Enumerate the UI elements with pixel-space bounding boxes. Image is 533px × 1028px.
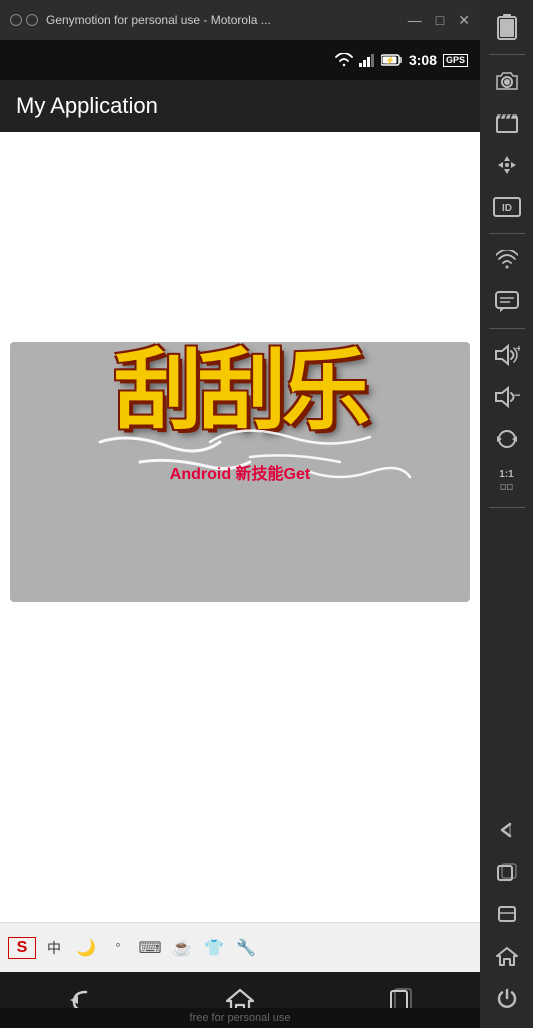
status-bar: ⚡ 3:08 GPS bbox=[0, 40, 480, 80]
chinese-text: 刮刮乐 bbox=[10, 347, 470, 435]
ime-chinese-icon[interactable]: 中 bbox=[40, 938, 68, 958]
volume-down-icon[interactable]: − bbox=[485, 377, 529, 417]
divider-4 bbox=[489, 507, 525, 508]
sidebar-home-icon[interactable] bbox=[485, 936, 529, 976]
wifi-icon[interactable] bbox=[485, 240, 529, 280]
clapperboard-icon[interactable] bbox=[485, 103, 529, 143]
app-bar: My Application bbox=[0, 80, 480, 132]
svg-text:ID: ID bbox=[502, 203, 512, 214]
battery-status-icon: ⚡ bbox=[381, 53, 403, 67]
ime-coffee-icon[interactable]: ☕ bbox=[168, 938, 196, 958]
ime-wrench-icon[interactable]: 🔧 bbox=[232, 938, 260, 958]
svg-text:⚡: ⚡ bbox=[385, 55, 395, 65]
status-time: 3:08 bbox=[409, 52, 437, 68]
content-area: 刮刮乐 Android 新技能Get bbox=[0, 132, 480, 922]
divider-1 bbox=[489, 54, 525, 55]
svg-text:+: + bbox=[516, 344, 520, 355]
divider-2 bbox=[489, 233, 525, 234]
title-bar: Genymotion for personal use - Motorola .… bbox=[0, 0, 480, 40]
maximize-button[interactable]: □ bbox=[436, 12, 444, 29]
ime-moon-icon[interactable]: 🌙 bbox=[72, 938, 100, 958]
watermark-text: free for personal use bbox=[190, 1012, 291, 1024]
input-bar: S 中 🌙 ° ⌨ ☕ 👕 🔧 bbox=[0, 922, 480, 972]
chinese-art: 刮刮乐 Android 新技能Get bbox=[10, 342, 470, 602]
id-icon[interactable]: ID bbox=[485, 187, 529, 227]
sidebar-recent2-icon[interactable] bbox=[485, 894, 529, 934]
camera-icon[interactable] bbox=[485, 61, 529, 101]
battery-icon[interactable] bbox=[485, 8, 529, 48]
rotate-icon[interactable] bbox=[485, 419, 529, 459]
overlay-text: Android 新技能Get bbox=[170, 460, 310, 484]
ime-shirt-icon[interactable]: 👕 bbox=[200, 938, 228, 958]
title-bar-controls: — □ ✕ bbox=[408, 12, 470, 29]
app-title: My Application bbox=[16, 93, 158, 119]
sidebar-back-icon[interactable] bbox=[485, 810, 529, 850]
ime-degree-icon[interactable]: ° bbox=[104, 940, 132, 955]
minimize-button[interactable]: — bbox=[408, 12, 422, 29]
scale-icon[interactable]: 1:1◻◻ bbox=[485, 461, 529, 501]
window-title: Genymotion for personal use - Motorola .… bbox=[46, 13, 408, 27]
volume-up-icon[interactable]: + bbox=[485, 335, 529, 375]
phone-area: ⚡ 3:08 GPS My Application 刮刮乐 bbox=[0, 40, 480, 1028]
svg-text:−: − bbox=[514, 388, 520, 402]
ime-s-icon[interactable]: S bbox=[8, 937, 36, 959]
signal-icon bbox=[359, 53, 375, 67]
dot-2 bbox=[26, 14, 38, 26]
watermark: free for personal use bbox=[0, 1008, 480, 1028]
image-container: 刮刮乐 Android 新技能Get bbox=[10, 342, 470, 602]
power-icon[interactable] bbox=[485, 978, 529, 1018]
pan-icon[interactable] bbox=[485, 145, 529, 185]
ime-keyboard-icon[interactable]: ⌨ bbox=[136, 938, 164, 958]
divider-3 bbox=[489, 328, 525, 329]
chat-icon[interactable] bbox=[485, 282, 529, 322]
title-bar-dots bbox=[10, 14, 38, 26]
right-sidebar: ID + − bbox=[480, 0, 533, 1028]
dot-1 bbox=[10, 14, 22, 26]
gps-label: GPS bbox=[443, 54, 468, 67]
close-button[interactable]: ✕ bbox=[458, 12, 470, 29]
wifi-status-icon bbox=[335, 53, 353, 67]
sidebar-bottom-controls bbox=[480, 810, 533, 1028]
sidebar-recents-icon[interactable] bbox=[485, 852, 529, 892]
